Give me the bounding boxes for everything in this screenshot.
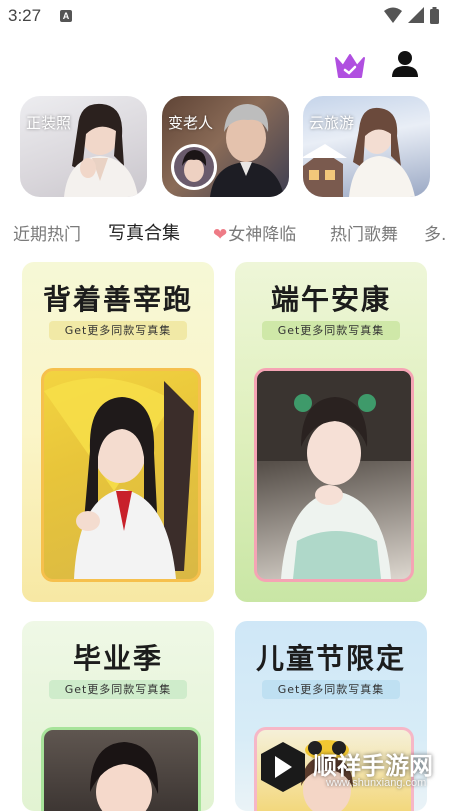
watermark-url: www.shunxiang.com [326,777,427,789]
album-subtitle: Get更多同款写真集 [262,321,400,340]
album-subtitle: Get更多同款写真集 [49,321,187,340]
album-title: 儿童节限定 [255,642,406,675]
user-profile-icon[interactable] [389,48,421,80]
category-tabs: 近期热门 写真合集 ❤女神降临 热门歌舞 多. [0,218,450,248]
portrait-illustration [44,378,194,579]
album-cover-photo [254,368,414,582]
album-cover-photo [41,368,201,582]
notification-a-icon: A [60,10,72,22]
status-bar: 3:27 A [0,0,450,34]
album-title: 端午安康 [270,283,391,316]
signal-icon [408,7,424,23]
system-status-icons [384,7,439,24]
album-title: 背着善宰跑 [42,283,193,316]
watermark-name: 顺祥手游网 [313,752,433,780]
album-card[interactable]: 毕业季 Get更多同款写真集 [22,621,214,811]
feature-label: 正装照 [26,114,72,132]
album-cover-photo [41,727,201,811]
album-subtitle: Get更多同款写真集 [49,680,187,699]
battery-icon [430,9,439,24]
wifi-icon [384,7,402,23]
album-title: 毕业季 [72,642,163,675]
vip-crown-icon[interactable] [333,52,367,80]
feature-label: 云旅游 [309,114,355,132]
watermark: 顺祥手游网 www.shunxiang.com [256,738,446,798]
album-card[interactable]: 端午安康 Get更多同款写真集 [235,262,427,602]
tab-recent-hot[interactable]: 近期热门 [13,220,81,245]
status-time: 3:27 [8,6,42,25]
tab-more[interactable]: 多. [424,220,446,245]
feature-card-formal-photo[interactable]: 正装照 [20,96,147,197]
album-card[interactable]: 背着善宰跑 Get更多同款写真集 [22,262,214,602]
watermark-logo-icon [261,742,305,792]
tab-label: 女神降临 [228,225,297,245]
portrait-illustration [90,742,159,811]
heart-icon: ❤ [213,225,228,245]
album-subtitle: Get更多同款写真集 [262,680,400,699]
feature-card-cloud-travel[interactable]: 云旅游 [303,96,430,197]
feature-card-aging[interactable]: 变老人 [162,96,289,197]
portrait-illustration [257,371,411,579]
tab-photo-collection[interactable]: 写真合集 [108,219,180,245]
tab-goddess[interactable]: ❤女神降临 [213,220,296,245]
tab-hot-song-dance[interactable]: 热门歌舞 [330,220,398,245]
feature-label: 变老人 [168,114,214,132]
